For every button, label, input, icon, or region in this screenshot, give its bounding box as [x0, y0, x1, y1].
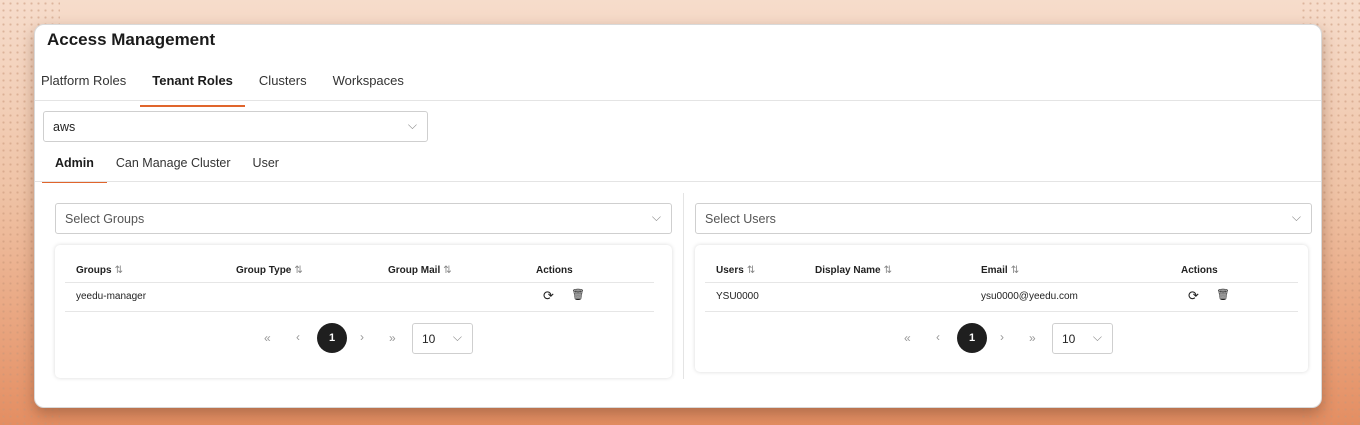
- row-divider: [65, 311, 654, 312]
- users-table-card: Users ⇅ Display Name ⇅ Email ⇅ Actions YSU0…: [695, 245, 1308, 372]
- tab-clusters[interactable]: Clusters: [259, 69, 307, 101]
- divider: [35, 181, 1321, 182]
- page-title: Access Management: [47, 30, 216, 49]
- page-size-value: 10: [1062, 332, 1076, 346]
- refresh-icon[interactable]: ⟳: [543, 288, 554, 304]
- chevron-down-icon: ⌵: [1092, 330, 1102, 344]
- column-header-groups[interactable]: Groups ⇅: [76, 265, 123, 276]
- select-users-dropdown[interactable]: Select Users ⌵: [695, 203, 1312, 234]
- table-cell-email: ysu0000@yeedu.com: [981, 291, 1078, 302]
- tab-tenant-roles[interactable]: Tenant Roles: [140, 69, 245, 107]
- column-header-group-mail[interactable]: Group Mail ⇅: [388, 265, 452, 276]
- delete-icon[interactable]: 🗑: [571, 288, 585, 301]
- select-groups-dropdown[interactable]: Select Groups ⌵: [55, 203, 672, 234]
- sort-icon[interactable]: ⇅: [884, 265, 892, 276]
- column-header-display-name[interactable]: Display Name ⇅: [815, 265, 892, 276]
- page-size-value: 10: [422, 332, 436, 346]
- last-page-button[interactable]: »: [1029, 331, 1036, 345]
- tenant-select[interactable]: aws ⌵: [43, 111, 428, 142]
- role-tabs: Admin Can Manage Cluster User: [42, 153, 301, 183]
- tab-can-manage-cluster[interactable]: Can Manage Cluster: [116, 153, 231, 173]
- row-divider: [705, 311, 1298, 312]
- tenant-select-value: aws: [53, 120, 76, 134]
- column-header-users[interactable]: Users ⇅: [716, 265, 755, 276]
- column-header-group-type[interactable]: Group Type ⇅: [236, 265, 303, 276]
- select-groups-placeholder: Select Groups: [65, 212, 145, 226]
- row-divider: [705, 282, 1298, 283]
- select-users-placeholder: Select Users: [705, 212, 776, 226]
- prev-page-button[interactable]: ‹: [936, 330, 940, 344]
- tab-platform-roles[interactable]: Platform Roles: [41, 69, 126, 101]
- sort-icon[interactable]: ⇅: [747, 265, 755, 276]
- panel-divider: [683, 193, 684, 379]
- main-tabs: Platform Roles Tenant Roles Clusters Wor…: [41, 69, 430, 107]
- last-page-button[interactable]: »: [389, 331, 396, 345]
- prev-page-button[interactable]: ‹: [296, 330, 300, 344]
- next-page-button[interactable]: ›: [1000, 330, 1004, 344]
- chevron-down-icon: ⌵: [407, 118, 417, 132]
- row-divider: [65, 282, 654, 283]
- tab-workspaces[interactable]: Workspaces: [333, 69, 404, 101]
- refresh-icon[interactable]: ⟳: [1188, 288, 1199, 304]
- divider: [35, 100, 1321, 101]
- groups-table-card: Groups ⇅ Group Type ⇅ Group Mail ⇅ Actions …: [55, 245, 672, 378]
- chevron-down-icon: ⌵: [452, 330, 462, 344]
- sort-icon[interactable]: ⇅: [115, 265, 123, 276]
- column-header-actions: Actions: [536, 265, 573, 276]
- first-page-button[interactable]: «: [904, 331, 911, 345]
- delete-icon[interactable]: 🗑: [1216, 288, 1230, 301]
- page-size-select[interactable]: 10 ⌵: [412, 323, 473, 354]
- tab-admin[interactable]: Admin: [42, 153, 107, 183]
- first-page-button[interactable]: «: [264, 331, 271, 345]
- access-management-window: Access Management Platform Roles Tenant …: [34, 24, 1322, 408]
- table-cell-group: yeedu-manager: [76, 291, 147, 302]
- sort-icon[interactable]: ⇅: [1011, 265, 1019, 276]
- page-1-button[interactable]: 1: [317, 323, 347, 353]
- chevron-down-icon: ⌵: [651, 210, 661, 224]
- table-cell-user: YSU0000: [716, 291, 759, 302]
- chevron-down-icon: ⌵: [1291, 210, 1301, 224]
- sort-icon[interactable]: ⇅: [294, 265, 302, 276]
- column-header-email[interactable]: Email ⇅: [981, 265, 1019, 276]
- page-size-select[interactable]: 10 ⌵: [1052, 323, 1113, 354]
- page-1-button[interactable]: 1: [957, 323, 987, 353]
- sort-icon[interactable]: ⇅: [443, 265, 451, 276]
- next-page-button[interactable]: ›: [360, 330, 364, 344]
- tab-user[interactable]: User: [253, 153, 279, 173]
- column-header-actions: Actions: [1181, 265, 1218, 276]
